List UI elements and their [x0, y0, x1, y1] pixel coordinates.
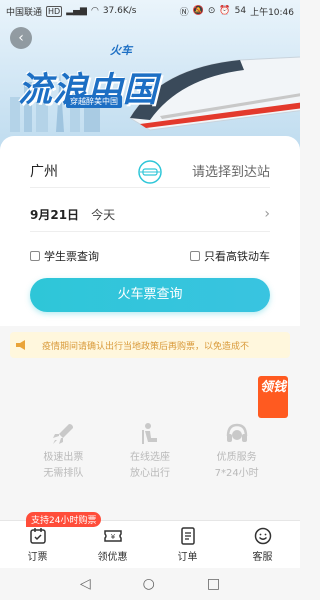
notice-bar[interactable]: 疫情期间请确认出行当地政策后再购票，以免造成不 [10, 332, 290, 358]
clock-text: 上午10:46 [250, 7, 294, 18]
tab-customer-service[interactable]: 客服 [233, 526, 293, 563]
feature-desc: 7*24小时 [214, 468, 259, 479]
status-right: Ⓝ 🔕 ⊙ ⏰ 54 上午10:46 [180, 5, 294, 18]
headset-icon [226, 423, 247, 442]
carrier-text: 中国联通 [6, 7, 43, 18]
banner-subtitle: 穿越醉美中国 [66, 95, 122, 108]
feature-title: 在线选座 [129, 452, 170, 463]
departure-weekday: 今天 [91, 208, 116, 222]
tab-coupons[interactable]: ¥ 领优惠 [83, 526, 143, 563]
feature-title: 优质服务 [216, 452, 257, 463]
promo-badge: 支持24小时购票 [26, 512, 102, 527]
highspeed-label: 只看高铁动车 [204, 250, 270, 263]
student-label: 学生票查询 [44, 250, 99, 263]
ticket-search-card: 广州 请选择到达站 9月21日 今天 › 学生票查询 只看高铁动车 火车票查询 [0, 136, 300, 326]
chevron-right-icon: › [264, 206, 270, 222]
highspeed-option[interactable]: 只看高铁动车 [190, 248, 270, 264]
svg-text:¥: ¥ [110, 533, 115, 541]
seat-icon [141, 423, 157, 444]
from-city[interactable]: 广州 [30, 161, 58, 181]
feature-seat-select: 在线选座 放心出行 [115, 420, 185, 490]
ticket-calendar-icon [29, 528, 46, 544]
departure-date: 9月21日 [30, 208, 80, 222]
wifi-icon: ◠ [90, 6, 99, 16]
tab-label: 订票 [27, 552, 48, 563]
hd-badge: HD [46, 5, 63, 17]
bottom-tab-bar: 订票 ¥ 领优惠 订单 客服 [0, 520, 300, 568]
student-checkbox[interactable] [30, 251, 40, 261]
network-speed: 37.6K/s [102, 6, 137, 16]
feature-desc: 无需排队 [43, 468, 84, 479]
status-bar: 中国联通 HD ▂▄▆ ◠ 37.6K/s Ⓝ 🔕 ⊙ ⏰ 54 上午10:46 [0, 0, 300, 22]
nav-recents-icon[interactable]: □ [207, 576, 220, 592]
feature-service: 优质服务 7*24小时 [202, 420, 272, 490]
battery-level: 54 [234, 6, 247, 16]
service-smile-icon [254, 527, 271, 545]
tab-label: 领优惠 [97, 552, 128, 563]
megaphone-icon [16, 340, 25, 350]
to-station-field[interactable]: 请选择到达站 [192, 161, 270, 180]
order-list-icon [180, 527, 195, 545]
nfc-icon: Ⓝ [179, 7, 189, 18]
coupon-icon: ¥ [103, 530, 122, 542]
features-row: 极速出票 无需排队 在线选座 放心出行 优质服务 7*24小时 [0, 420, 300, 490]
system-nav-bar: ◁ ○ □ [0, 568, 300, 600]
nav-home-icon[interactable]: ○ [143, 576, 155, 592]
tab-label: 客服 [252, 552, 273, 563]
get-money-badge[interactable]: 领钱 [258, 376, 288, 418]
highspeed-checkbox[interactable] [190, 251, 200, 261]
date-row[interactable]: 9月21日 今天 › [30, 198, 270, 232]
student-ticket-option[interactable]: 学生票查询 [30, 248, 99, 264]
feature-desc: 放心出行 [129, 468, 170, 479]
mute-icon: 🔕 [192, 6, 204, 16]
alarm-icon: ⏰ [219, 6, 231, 16]
tab-book-ticket[interactable]: 订票 [8, 526, 68, 563]
banner-tag: 火车 [110, 44, 132, 57]
tab-orders[interactable]: 订单 [158, 526, 218, 563]
options-row: 学生票查询 只看高铁动车 [30, 246, 270, 266]
nav-back-icon[interactable]: ◁ [80, 576, 91, 592]
rocket-icon [53, 424, 74, 444]
feature-title: 极速出票 [43, 452, 84, 463]
city-row: 广州 请选择到达站 [30, 154, 270, 188]
feature-fast-ticket: 极速出票 无需排队 [28, 420, 98, 490]
status-left: 中国联通 HD ▂▄▆ ◠ 37.6K/s [6, 5, 137, 18]
swap-stations-icon[interactable] [137, 159, 163, 185]
notice-text: 疫情期间请确认出行当地政策后再购票，以免造成不 [42, 341, 250, 352]
tab-label: 订单 [177, 552, 198, 563]
search-train-button[interactable]: 火车票查询 [30, 278, 270, 312]
signal-icon: ▂▄▆ [66, 6, 87, 16]
hero-banner[interactable]: ‹ 火车 流浪中国 穿越醉美中国 [0, 0, 300, 150]
location-icon: ⊙ [207, 6, 216, 16]
back-button[interactable]: ‹ [10, 27, 32, 49]
